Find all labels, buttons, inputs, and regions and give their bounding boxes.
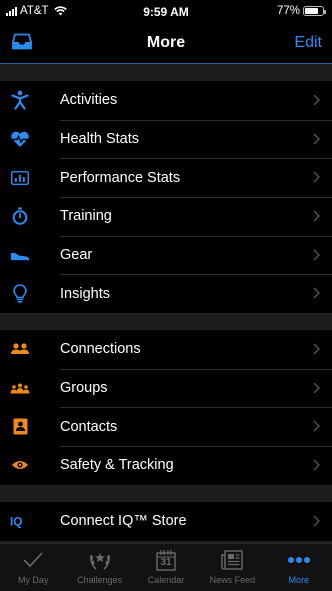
edit-button[interactable]: Edit [294, 34, 322, 52]
section-social: Connections Groups Contacts Safety & Tra… [0, 330, 332, 485]
tab-label: News Feed [209, 575, 256, 585]
heart-pulse-icon [10, 129, 30, 149]
group-icon [10, 378, 30, 398]
eye-icon [10, 455, 30, 475]
more-menu: Activities Health Stats Performance Stat… [0, 64, 332, 543]
menu-item-contacts[interactable]: Contacts [0, 407, 332, 446]
laurel-icon [88, 548, 112, 572]
menu-item-label: Safety & Tracking [60, 457, 174, 474]
status-bar: AT&T 9:59 AM 77% [0, 0, 332, 22]
menu-item-label: Training [60, 208, 112, 225]
menu-item-groups[interactable]: Groups [0, 368, 332, 408]
tab-my-day[interactable]: My Day [0, 544, 66, 591]
menu-item-label: Connect IQ™ Store [60, 513, 187, 530]
tab-challenges[interactable]: Challenges [66, 544, 132, 591]
chevron-right-icon [313, 171, 320, 183]
svg-text:IQ: IQ [10, 515, 22, 528]
tab-calendar[interactable]: 31 Calendar [133, 544, 199, 591]
section-store: IQ Connect IQ™ Store [0, 502, 332, 541]
menu-item-training[interactable]: Training [0, 197, 332, 236]
nav-bar: More Edit [0, 22, 332, 64]
lightbulb-icon [10, 284, 30, 304]
section-activity: Activities Health Stats Performance Stat… [0, 81, 332, 314]
tab-bar: My Day Challenges 31 Calendar News Feed … [0, 543, 332, 591]
contact-card-icon [10, 417, 30, 437]
figure-icon [10, 90, 30, 110]
shoe-icon [10, 245, 30, 265]
tab-more[interactable]: More [266, 544, 332, 591]
chevron-right-icon [313, 459, 320, 471]
iq-icon: IQ [10, 511, 30, 531]
chevron-right-icon [313, 343, 320, 355]
tab-news-feed[interactable]: News Feed [199, 544, 265, 591]
menu-item-safety-tracking[interactable]: Safety & Tracking [0, 446, 332, 485]
bar-chart-icon [10, 168, 30, 188]
menu-item-label: Health Stats [60, 131, 139, 148]
menu-item-label: Contacts [60, 418, 118, 435]
menu-item-label: Activities [60, 92, 118, 109]
page-title: More [146, 34, 186, 51]
tab-label: Calendar [147, 575, 185, 585]
menu-item-connect-iq-store[interactable]: IQ Connect IQ™ Store [0, 502, 332, 541]
checkmark-icon [22, 548, 44, 572]
battery-icon [303, 6, 326, 16]
menu-item-label: Connections [60, 341, 141, 358]
more-dots-icon [287, 548, 311, 572]
chevron-right-icon [313, 249, 320, 261]
menu-item-connections[interactable]: Connections [0, 330, 332, 369]
tab-label: My Day [17, 575, 49, 585]
menu-item-gear[interactable]: Gear [0, 235, 332, 275]
stopwatch-icon [10, 206, 30, 226]
calendar-day: 31 [160, 557, 172, 568]
battery-percent: 77% [276, 5, 300, 17]
people-icon [10, 339, 30, 359]
chevron-right-icon [313, 420, 320, 432]
menu-item-label: Groups [60, 380, 108, 397]
newspaper-icon [221, 548, 244, 572]
menu-item-health-stats[interactable]: Health Stats [0, 119, 332, 159]
chevron-right-icon [313, 94, 320, 106]
menu-item-activities[interactable]: Activities [0, 81, 332, 120]
tab-label: Challenges [77, 575, 123, 585]
calendar-icon: 31 [156, 548, 176, 572]
chevron-right-icon [313, 515, 320, 527]
menu-item-performance-stats[interactable]: Performance Stats [0, 158, 332, 197]
chevron-right-icon [313, 287, 320, 299]
chevron-right-icon [313, 133, 320, 145]
tab-label: More [288, 575, 310, 585]
menu-item-insights[interactable]: Insights [0, 274, 332, 313]
menu-item-label: Performance Stats [60, 169, 181, 186]
status-right: 77% [276, 5, 326, 17]
menu-item-label: Gear [60, 247, 93, 264]
chevron-right-icon [313, 382, 320, 394]
chevron-right-icon [313, 210, 320, 222]
menu-item-label: Insights [60, 285, 110, 302]
